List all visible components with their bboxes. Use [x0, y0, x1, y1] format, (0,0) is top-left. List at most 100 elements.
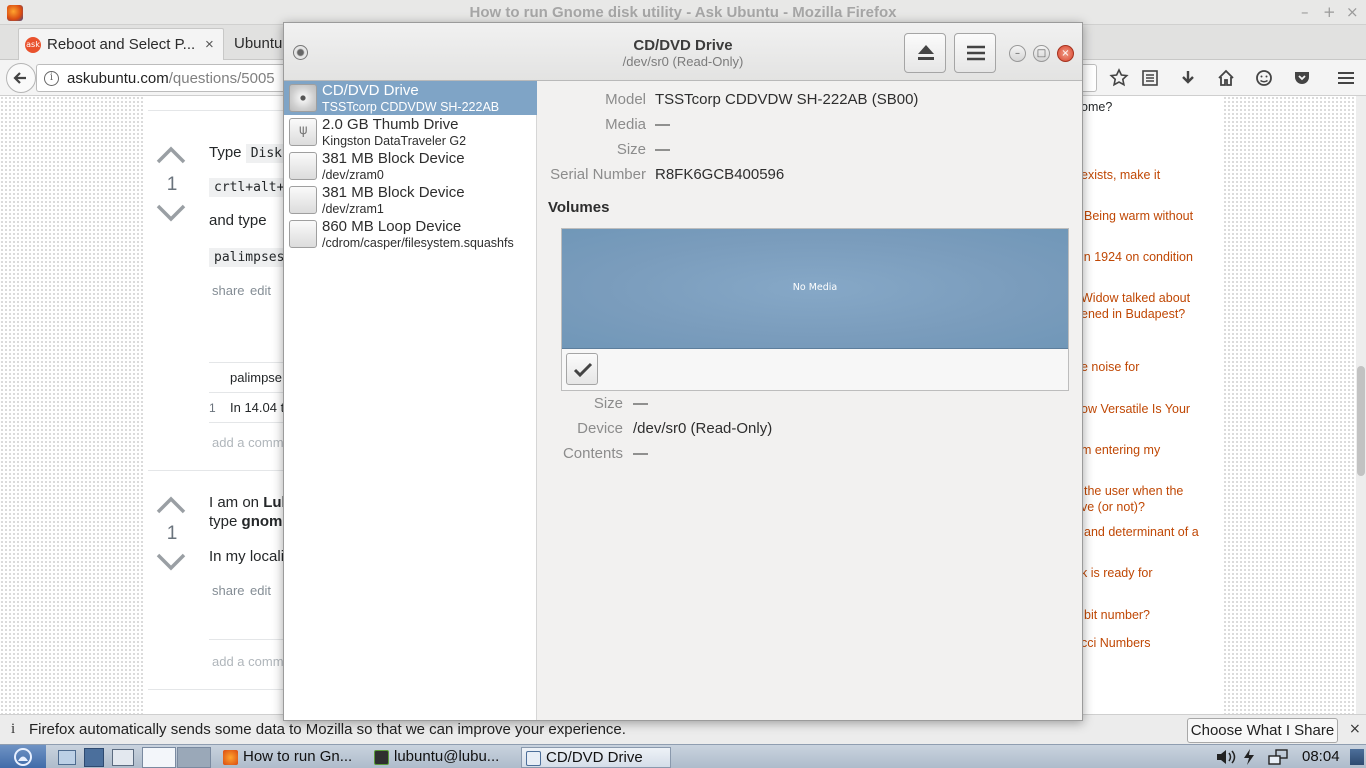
info-icon: i — [11, 721, 16, 737]
sidebar-link[interactable]: Being warm without — [1084, 209, 1193, 223]
start-menu-button[interactable] — [0, 745, 46, 768]
device-description: /cdrom/casper/filesystem.squashfs — [322, 236, 514, 250]
clock[interactable]: 08:04 — [1302, 748, 1340, 765]
tab-reboot[interactable]: ask Reboot and Select P... × — [18, 28, 224, 60]
checkmark-icon — [573, 362, 593, 378]
downloads-icon[interactable] — [1178, 68, 1198, 88]
tab-close-icon[interactable]: × — [205, 36, 214, 53]
size-label: Size — [616, 141, 646, 158]
divider — [209, 392, 285, 393]
device-list: CD/DVD Drive TSSTcorp CDDVDW SH-222AB ψ … — [284, 81, 537, 720]
maximize-button[interactable]: + — [1323, 3, 1336, 21]
minimize-icon: – — [1015, 48, 1020, 59]
bookmark-star-icon[interactable] — [1109, 68, 1129, 88]
network-icon[interactable] — [1267, 748, 1289, 766]
sidebar-link[interactable]: in 1924 on condition — [1081, 250, 1193, 264]
sidebar-link[interactable]: m entering my — [1081, 443, 1160, 457]
hamburger-menu-icon — [967, 45, 985, 61]
ask-ubuntu-favicon-icon: ask — [25, 37, 41, 53]
optical-disc-icon — [289, 84, 317, 112]
edit-link[interactable]: edit — [250, 283, 271, 298]
home-icon[interactable] — [1216, 68, 1236, 88]
edit-link[interactable]: edit — [250, 583, 271, 598]
lxde-taskbar: How to run Gn... lubuntu@lubu... CD/DVD … — [0, 744, 1366, 768]
downvote-arrow-icon[interactable] — [156, 204, 186, 222]
sidebar-link[interactable]: exists, make it — [1081, 168, 1160, 182]
tab-label: Ubuntu — [234, 35, 283, 52]
firefox-icon — [223, 750, 238, 765]
device-thumb-drive[interactable]: ψ 2.0 GB Thumb Drive Kingston DataTravel… — [284, 115, 537, 149]
file-manager-launcher-icon[interactable] — [58, 750, 76, 765]
add-comment-link[interactable]: add a comm — [212, 654, 284, 669]
notification-close-icon[interactable]: × — [1349, 721, 1361, 737]
add-comment-link[interactable]: add a comm — [212, 435, 284, 450]
terminal-launcher-icon[interactable] — [112, 749, 134, 766]
url-domain: askubuntu.com — [67, 70, 169, 87]
usb-drive-icon: ψ — [289, 118, 317, 146]
share-link[interactable]: share — [212, 583, 245, 598]
device-value: /dev/sr0 (Read-Only) — [633, 420, 773, 437]
upvote-arrow-icon[interactable] — [156, 146, 186, 164]
sidebar-link[interactable]: and determinant of a — [1084, 525, 1199, 539]
tab-ubuntu[interactable]: Ubuntu — [234, 28, 284, 60]
network-launcher-icon[interactable] — [84, 748, 104, 767]
divider — [209, 422, 285, 423]
hard-disk-icon — [289, 152, 317, 180]
page-background-pattern — [0, 96, 143, 714]
page-scrollbar-thumb[interactable] — [1357, 366, 1365, 476]
sidebar-link[interactable]: k is ready for — [1081, 566, 1153, 580]
taskbar-terminal[interactable]: lubuntu@lubu... — [370, 747, 518, 768]
reading-list-icon[interactable] — [1140, 68, 1160, 88]
device-cd-dvd-drive[interactable]: CD/DVD Drive TSSTcorp CDDVDW SH-222AB — [284, 81, 537, 115]
sidebar-link[interactable]: ened in Budapest? — [1081, 307, 1185, 321]
drive-menu-button[interactable] — [954, 33, 996, 73]
device-name: 381 MB Block Device — [322, 184, 465, 201]
workspace-2[interactable] — [177, 747, 211, 768]
taskbar-disks[interactable]: CD/DVD Drive — [521, 747, 671, 768]
comment-score: 1 — [209, 401, 216, 415]
share-link[interactable]: share — [212, 283, 245, 298]
device-block-zram1[interactable]: 381 MB Block Device /dev/zram1 — [284, 183, 537, 217]
disks-close-button[interactable]: × — [1057, 45, 1074, 62]
sidebar-link[interactable]: e noise for — [1081, 360, 1139, 374]
device-description: /dev/zram0 — [322, 168, 384, 182]
downvote-arrow-icon[interactable] — [156, 553, 186, 571]
model-label: Model — [605, 91, 646, 108]
sidebar-link[interactable]: cci Numbers — [1081, 636, 1150, 650]
sidebar-link[interactable]: ve (or not)? — [1081, 500, 1145, 514]
disks-headerbar: CD/DVD Drive /dev/sr0 (Read-Only) – □ × — [284, 23, 1082, 81]
show-desktop-button[interactable] — [1350, 749, 1364, 765]
sidebar-link[interactable]: Widow talked about — [1081, 291, 1190, 305]
sidebar-link[interactable]: ow Versatile Is Your — [1081, 402, 1190, 416]
pocket-icon[interactable] — [1292, 68, 1312, 88]
device-name: CD/DVD Drive — [322, 82, 419, 99]
volume-graphic[interactable]: No Media — [562, 229, 1068, 349]
url-bar[interactable]: i askubuntu.com/questions/5005 — [36, 64, 286, 92]
volume-icon[interactable] — [1215, 748, 1237, 766]
sidebar-link[interactable]: bit number? — [1084, 608, 1150, 622]
close-button[interactable]: × — [1346, 3, 1359, 21]
answer-text: In my locali — [209, 548, 285, 565]
back-button[interactable] — [6, 63, 36, 93]
taskbar-firefox[interactable]: How to run Gn... — [219, 747, 367, 768]
hamburger-menu-icon[interactable] — [1336, 68, 1356, 88]
upvote-arrow-icon[interactable] — [156, 496, 186, 514]
workspace-1[interactable] — [142, 747, 176, 768]
sidebar-link[interactable]: ome? — [1081, 100, 1112, 114]
sidebar-link[interactable]: the user when the — [1084, 484, 1183, 498]
power-icon[interactable] — [1242, 748, 1256, 766]
choose-what-i-share-button[interactable]: Choose What I Share — [1187, 718, 1338, 743]
smiley-feedback-icon[interactable] — [1254, 68, 1274, 88]
volume-check-button[interactable] — [566, 353, 598, 385]
site-info-icon[interactable]: i — [44, 71, 59, 86]
device-loop[interactable]: 860 MB Loop Device /cdrom/casper/filesys… — [284, 217, 537, 251]
eject-button[interactable] — [904, 33, 946, 73]
url-bar-right-edge[interactable] — [1082, 64, 1097, 92]
disks-minimize-button[interactable]: – — [1009, 45, 1026, 62]
divider — [148, 689, 285, 690]
device-block-zram0[interactable]: 381 MB Block Device /dev/zram0 — [284, 149, 537, 183]
inline-code: Disk — [245, 144, 288, 163]
minimize-button[interactable]: – — [1301, 3, 1309, 21]
comment-text: In 14.04 t — [230, 400, 285, 415]
disks-maximize-button[interactable]: □ — [1033, 45, 1050, 62]
